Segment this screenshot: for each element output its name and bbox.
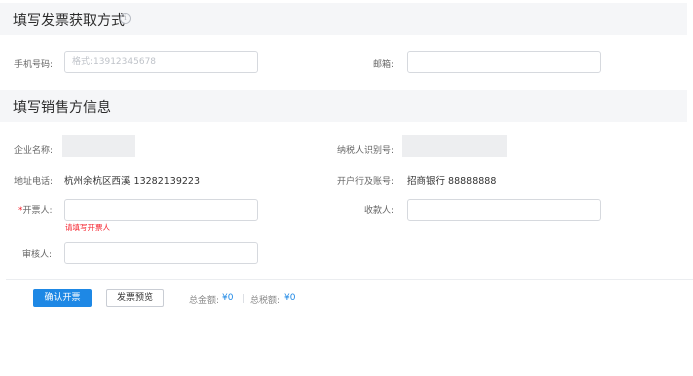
phone-label: 手机号码: <box>14 60 54 70</box>
receive-section-title: 填写发票获取方式 <box>13 13 125 29</box>
address-label: 地址电话: <box>14 177 54 187</box>
company-value <box>62 135 135 157</box>
payee-input[interactable] <box>407 199 601 221</box>
drawer-label-text: 开票人: <box>22 206 53 216</box>
email-label: 邮箱: <box>373 60 395 70</box>
drawer-error-message: 请填写开票人 <box>65 223 110 232</box>
reviewer-input[interactable] <box>64 242 258 264</box>
taxid-label: 纳税人识别号: <box>337 146 395 156</box>
confirm-invoice-button[interactable]: 确认开票 <box>33 289 92 307</box>
total-amount-value: ¥0 <box>222 293 234 303</box>
footer-divider <box>243 294 244 303</box>
payee-label: 收款人: <box>364 206 395 216</box>
total-tax-value: ¥0 <box>284 293 296 303</box>
company-label: 企业名称: <box>14 146 54 156</box>
phone-input[interactable] <box>64 51 258 73</box>
drawer-label: *开票人: <box>18 203 53 216</box>
total-tax-label: 总税额: <box>250 296 281 306</box>
bank-label: 开户行及账号: <box>337 177 395 187</box>
total-amount-label: 总金额: <box>189 296 220 306</box>
info-circle-icon[interactable]: i <box>120 13 131 24</box>
footer-bar: 确认开票 发票预览 总金额: ¥0 总税额: ¥0 <box>6 279 693 316</box>
drawer-input[interactable] <box>64 199 258 221</box>
seller-section-title: 填写销售方信息 <box>13 100 111 116</box>
reviewer-label: 审核人: <box>22 250 53 260</box>
invoice-preview-button[interactable]: 发票预览 <box>106 289 164 307</box>
email-input[interactable] <box>407 51 601 73</box>
taxid-value <box>402 135 507 157</box>
address-value: 杭州余杭区西溪 13282139223 <box>64 176 201 187</box>
bank-value: 招商银行 88888888 <box>407 176 497 187</box>
